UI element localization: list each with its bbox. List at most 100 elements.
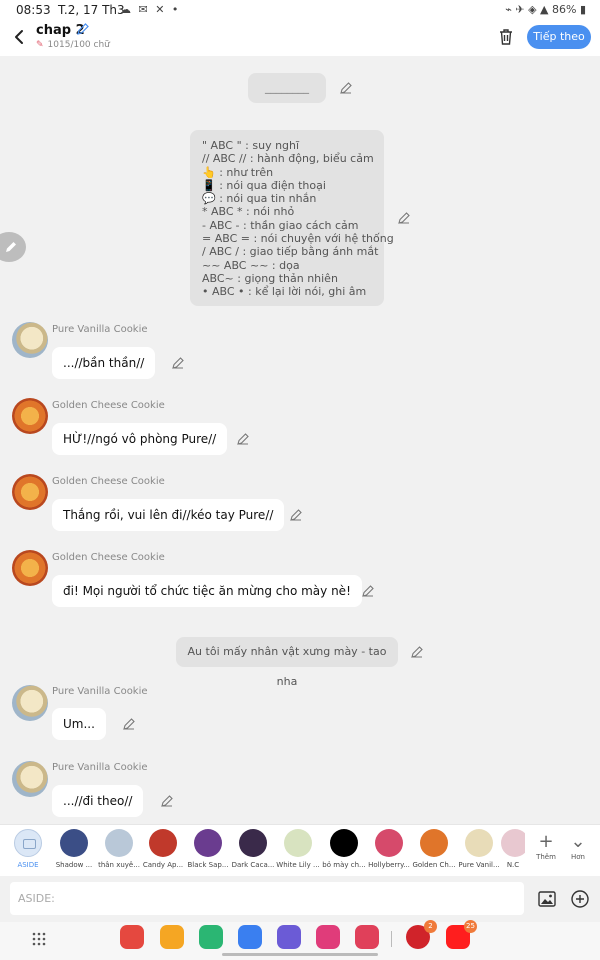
trash-icon[interactable] (496, 27, 516, 47)
edit-pen-icon[interactable] (122, 717, 136, 731)
character-chip[interactable]: White Lily ... (275, 829, 321, 869)
edit-title-icon[interactable] (76, 22, 90, 36)
avatar[interactable] (12, 322, 48, 358)
avatar[interactable] (12, 685, 48, 721)
legend-line: 👆 : như trên (202, 165, 274, 179)
internet-app-icon[interactable] (277, 925, 301, 949)
plus-circle-icon[interactable] (570, 889, 590, 909)
image-icon[interactable] (537, 889, 557, 909)
character-chip[interactable]: Shadow ... (51, 829, 97, 869)
legend-line: " ABC " : suy nghĩ (202, 139, 300, 152)
system-note-legend[interactable]: " ABC " : suy nghĩ // ABC // : hành động… (190, 130, 394, 306)
character-avatar (239, 829, 267, 857)
edit-pen-icon[interactable] (171, 356, 185, 370)
character-avatar (465, 829, 493, 857)
edit-pen-icon[interactable] (236, 432, 250, 446)
status-time: 08:53 (16, 3, 51, 17)
avatar[interactable] (12, 398, 48, 434)
app-grid-icon[interactable] (31, 931, 47, 947)
message-bubble[interactable]: ...//bần thần// (52, 347, 156, 379)
system-note[interactable]: Au tôi mấy nhân vật xưng mày - tao nha (176, 637, 398, 688)
sender-name: Pure Vanilla Cookie (52, 762, 148, 773)
phone-app-icon[interactable] (199, 925, 223, 949)
youtube-app-icon[interactable]: 25 (446, 920, 477, 949)
message-bubble[interactable]: đi! Mọi người tổ chức tiệc ăn mừng cho m… (52, 575, 362, 607)
chapter-header: chap 2 ✎ 1015/100 chữ Tiếp theo (0, 20, 600, 56)
character-chip[interactable]: Pure Vanil... (456, 829, 502, 869)
system-status: ⌁ ✈ ◈ ▲ 86% ▮ (505, 3, 586, 16)
message-bubble[interactable]: ...//đi theo// (52, 785, 144, 817)
next-button[interactable]: Tiếp theo (527, 25, 591, 49)
edit-pen-icon[interactable] (410, 645, 424, 659)
legend-line: * ABC * : nói nhỏ (202, 205, 295, 219)
message-bubble[interactable]: HỪ!//ngó vô phòng Pure// (52, 423, 228, 455)
character-label: Black Sap... (187, 861, 229, 869)
edit-pen-icon[interactable] (397, 211, 411, 225)
home-indicator[interactable] (222, 953, 378, 956)
red-app-icon[interactable] (120, 925, 144, 949)
sender-name: Golden Cheese Cookie (52, 400, 165, 411)
character-label: Dark Caca... (231, 861, 275, 869)
character-chip[interactable]: Candy Ap... (140, 829, 186, 869)
composer (0, 876, 600, 922)
message-input[interactable] (10, 882, 524, 915)
folder-app-icon[interactable] (160, 925, 184, 949)
character-avatar (501, 829, 525, 857)
more-button[interactable]: ⌄ Hơn (563, 831, 593, 861)
character-chip-aside[interactable]: ASIDE (5, 829, 51, 869)
character-label: Candy Ap... (142, 861, 184, 869)
message-bubble[interactable]: Um... (52, 708, 106, 740)
character-label: N.C (506, 861, 520, 869)
character-label: bỏ mày ch... (322, 861, 366, 869)
flower-app-icon[interactable] (316, 925, 340, 949)
legend-line: / ABC / : giao tiếp bằng ánh mắt (202, 245, 379, 259)
character-label: Pure Vanil... (458, 861, 500, 869)
sender-name: Golden Cheese Cookie (52, 552, 165, 563)
messages-app-icon[interactable] (238, 925, 262, 949)
character-avatar (149, 829, 177, 857)
legend-line: ABC~ : giọng thản nhiên (202, 271, 338, 285)
edit-pen-icon[interactable] (361, 584, 375, 598)
avatar[interactable] (12, 550, 48, 586)
character-chip[interactable]: Hollyberry... (366, 829, 412, 869)
character-label: Shadow ... (55, 861, 93, 869)
character-selector: ASIDE Shadow ... thân xuyê... Candy Ap..… (0, 824, 600, 876)
sender-name: Pure Vanilla Cookie (52, 324, 148, 335)
camera-app-icon[interactable] (355, 925, 379, 949)
battery-icon: ▮ (579, 3, 586, 16)
character-avatar (194, 829, 222, 857)
system-note[interactable]: ________ (248, 73, 326, 103)
app-dock: 2 25 (0, 920, 600, 960)
floating-edit-button[interactable] (0, 232, 26, 262)
notification-icons: ☁ ✉ ✕ • (120, 3, 181, 16)
battery-level: 86% (551, 3, 577, 16)
character-chip[interactable]: N.C (501, 829, 525, 869)
dock-divider (391, 931, 392, 947)
avatar[interactable] (12, 761, 48, 797)
sender-name: Golden Cheese Cookie (52, 476, 165, 487)
pinterest-app-icon[interactable]: 2 (406, 920, 437, 949)
edit-pen-icon[interactable] (160, 794, 174, 808)
legend-line: 📱 : nói qua điện thoại (202, 178, 326, 192)
character-chip[interactable]: Dark Caca... (230, 829, 276, 869)
character-label: White Lily ... (276, 861, 320, 869)
legend-line: = ABC = : nói chuyện với hệ thống (202, 232, 394, 246)
back-arrow-icon[interactable] (10, 26, 30, 48)
edit-pen-icon[interactable] (289, 508, 303, 522)
add-character-button[interactable]: + Thêm (531, 831, 561, 861)
word-count: ✎ 1015/100 chữ (36, 40, 110, 50)
legend-line: 💬 : nói qua tin nhắn (202, 192, 317, 206)
avatar[interactable] (12, 474, 48, 510)
edit-pen-icon[interactable] (339, 81, 353, 95)
sender-name: Pure Vanilla Cookie (52, 686, 148, 697)
status-bar: 08:53 T.2, 17 Th3 ☁ ✉ ✕ • ⌁ ✈ ◈ ▲ 86% ▮ (0, 0, 600, 20)
character-chip[interactable]: Black Sap... (185, 829, 231, 869)
character-chip[interactable]: Golden Ch... (411, 829, 457, 869)
chat-area: ________ " ABC " : suy nghĩ // ABC // : … (0, 56, 600, 824)
legend-line: ~~ ABC ~~ : dọa (202, 258, 300, 272)
character-chip[interactable]: bỏ mày ch... (321, 829, 367, 869)
character-chip[interactable]: thân xuyê... (96, 829, 142, 869)
message-bubble[interactable]: Thắng rồi, vui lên đi//kéo tay Pure// (52, 499, 285, 531)
notification-badge: 2 (424, 920, 437, 933)
legend-line: // ABC // : hành động, biểu cảm (202, 152, 374, 166)
